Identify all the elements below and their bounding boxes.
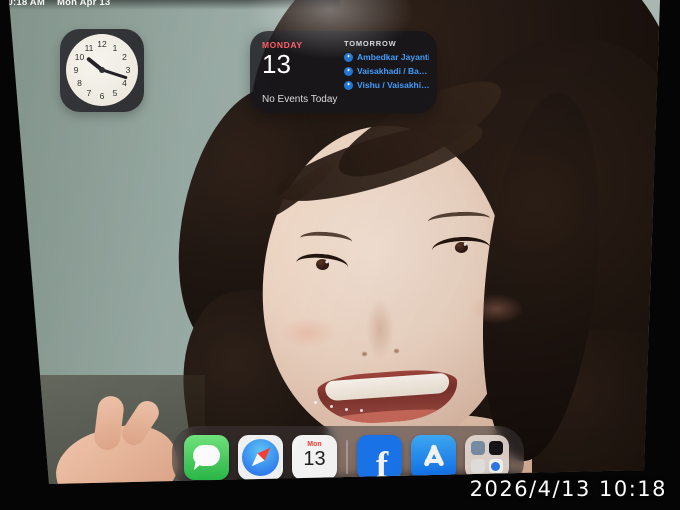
event-star-icon: ✦ <box>344 53 353 62</box>
woman-nose <box>366 298 394 360</box>
clock-number: 4 <box>122 78 127 88</box>
event-star-icon: ✦ <box>344 67 353 76</box>
sparkle <box>330 405 333 408</box>
clock-number: 6 <box>100 91 105 101</box>
clock-face: 12 1 2 3 4 5 6 7 8 9 10 11 <box>66 34 138 106</box>
status-bar: 10:18 AM Mon Apr 13 <box>0 0 300 10</box>
calendar-icon-weekday: Mon <box>292 441 337 448</box>
clock-number: 8 <box>77 78 82 88</box>
facebook-icon: f <box>357 444 402 480</box>
woman-blush <box>468 294 524 324</box>
folder-mini-icon <box>471 441 485 455</box>
sparkle <box>345 408 348 411</box>
calendar-status: No Events Today <box>262 94 342 105</box>
calendar-event-row[interactable]: ✦ Vaisakhadi / Ba… <box>344 66 429 76</box>
safari-compass-icon <box>242 439 279 476</box>
woman-blush <box>280 318 336 348</box>
calendar-today-panel: MONDAY 13 No Events Today <box>250 31 342 113</box>
event-label: Vaisakhadi / Ba… <box>357 66 427 76</box>
clock-number: 1 <box>113 43 118 53</box>
clock-number: 5 <box>113 88 118 98</box>
messages-bubble-icon <box>193 445 220 466</box>
calendar-event-row[interactable]: ✦ Ambedkar Jayanti <box>344 52 429 62</box>
folder-mini-icon <box>489 459 503 473</box>
dock-app-folder[interactable] <box>465 435 509 479</box>
status-time: 10:18 AM <box>2 0 45 8</box>
calendar-event-row[interactable]: ✦ Vishu / Vaisakhi… <box>344 80 429 90</box>
calendar-tomorrow-panel: TOMORROW ✦ Ambedkar Jayanti ✦ Vaisakhadi… <box>342 31 437 113</box>
sparkle <box>360 409 363 412</box>
status-date: Mon Apr 13 <box>57 0 110 8</box>
dock-app-calendar[interactable]: Mon 13 <box>292 435 337 480</box>
calendar-widget[interactable]: MONDAY 13 No Events Today TOMORROW ✦ Amb… <box>250 31 437 113</box>
clock-number: 3 <box>126 65 131 75</box>
clock-number: 11 <box>85 43 94 53</box>
clock-number: 7 <box>87 88 92 98</box>
dock-divider <box>346 440 348 474</box>
dock-app-safari[interactable] <box>238 435 283 480</box>
photo-frame: 10:18 AM Mon Apr 13 12 1 2 3 4 5 6 7 8 9… <box>0 0 680 510</box>
dock-app-facebook[interactable]: f <box>357 435 402 480</box>
clock-number: 9 <box>74 65 79 75</box>
folder-mini-icon <box>489 441 503 455</box>
folder-mini-icon <box>471 459 485 473</box>
event-star-icon: ✦ <box>344 81 353 90</box>
sparkle <box>314 401 317 404</box>
camera-timestamp: 2026/4/13 10:18 <box>470 477 667 501</box>
clock-number: 10 <box>75 52 84 62</box>
clock-center-cap <box>99 67 105 73</box>
calendar-icon-day: 13 <box>292 448 337 470</box>
clock-minute-hand <box>102 69 128 80</box>
dock-app-messages[interactable] <box>184 435 229 480</box>
clock-widget[interactable]: 12 1 2 3 4 5 6 7 8 9 10 11 <box>60 29 144 112</box>
tomorrow-header: TOMORROW <box>344 39 429 48</box>
event-label: Vishu / Vaisakhi… <box>357 80 429 90</box>
dock-app-appstore[interactable] <box>411 435 456 480</box>
clock-number: 2 <box>122 52 127 62</box>
event-label: Ambedkar Jayanti <box>357 52 429 62</box>
clock-number: 12 <box>97 39 106 49</box>
calendar-day: 13 <box>262 51 342 78</box>
tablet-screen: 10:18 AM Mon Apr 13 12 1 2 3 4 5 6 7 8 9… <box>0 0 680 510</box>
